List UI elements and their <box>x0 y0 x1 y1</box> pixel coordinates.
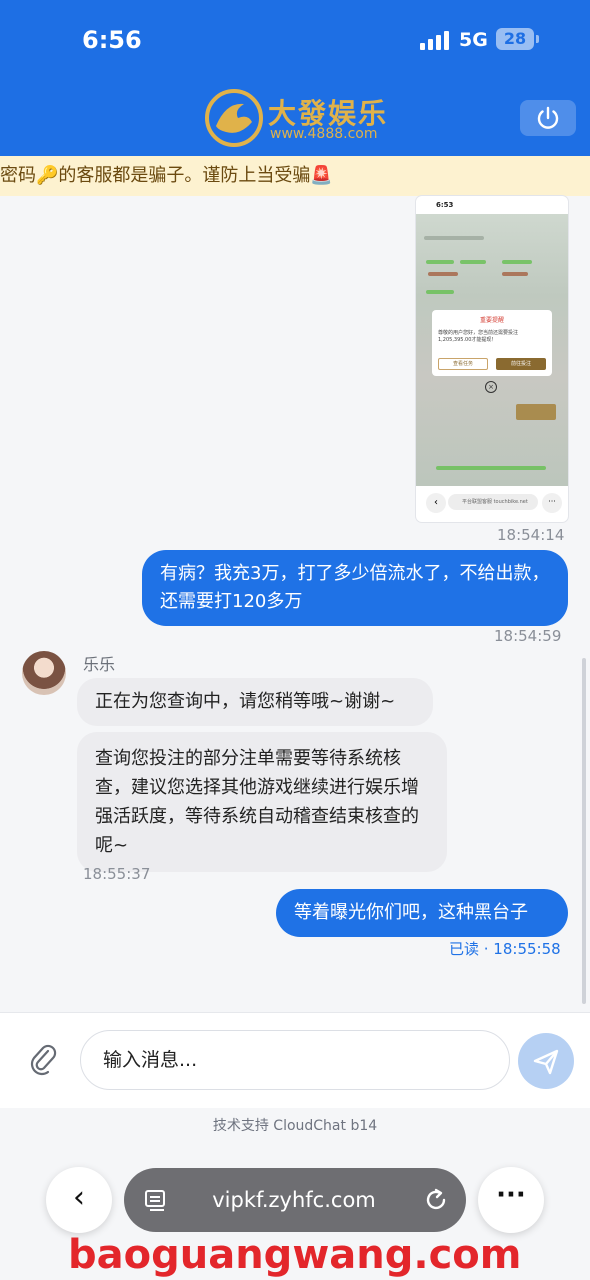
send-button[interactable] <box>518 1033 574 1089</box>
signal-icon <box>420 30 450 50</box>
chat-scrollbar[interactable] <box>582 658 586 1004</box>
shot-modal-text: 尊敬的用户您好，您当前还需要投注1,205,395.00才能提现！ <box>438 330 519 343</box>
status-time: 6:56 <box>82 26 142 54</box>
message-bubble-incoming: 正在为您查询中，请您稍等哦~谢谢~ <box>77 678 433 726</box>
brand-logo-icon <box>205 89 263 147</box>
message-bubble-incoming: 查询您投注的部分注单需要等待系统核查，建议您选择其他游戏继续进行娱乐增强活跃度，… <box>77 732 447 872</box>
shot-modal-title: 重要提醒 <box>479 317 504 324</box>
battery-tip <box>536 35 539 43</box>
power-icon <box>537 106 559 129</box>
powered-by-footer: 技术支持 CloudChat b14 <box>212 1118 378 1134</box>
shot-close-icon: × <box>485 381 497 393</box>
agent-avatar[interactable] <box>22 651 66 695</box>
message-timestamp: 18:54:59 <box>494 627 562 645</box>
shared-screenshot-image[interactable]: 6:53 重要提醒 尊敬的用户您好，您当前还需要投注1,205,395.00才能… <box>416 196 568 522</box>
browser-url[interactable]: vipkf.zyhfc.com <box>182 1188 406 1212</box>
message-bubble-outgoing: 等着曝光你们吧，这种黑台子 <box>276 889 568 937</box>
shot-modal-left-button: 查看任务 <box>438 358 488 370</box>
shot-modal-right-button: 前往投注 <box>496 358 546 370</box>
chevron-left-icon: ‹ <box>73 1180 85 1215</box>
shot-status-time: 6:53 <box>436 201 454 209</box>
shot-url: 平台联盟客服 touchbike.net <box>448 494 538 510</box>
shot-browser-bar: ‹ 平台联盟客服 touchbike.net ··· <box>416 492 568 514</box>
tabs-icon[interactable] <box>144 1187 168 1213</box>
more-icon: ··· <box>496 1180 526 1210</box>
battery-icon: 28 <box>496 28 534 50</box>
site-watermark: baoguangwang.com <box>68 1226 588 1280</box>
browser-more-button[interactable]: ··· <box>478 1167 544 1233</box>
message-timestamp: 18:55:37 <box>83 865 151 883</box>
send-icon <box>533 1049 559 1075</box>
brand-url: www.4888.com <box>270 126 378 142</box>
attachment-icon[interactable] <box>28 1042 58 1076</box>
browser-back-button[interactable]: ‹ <box>46 1167 112 1233</box>
reload-icon[interactable] <box>422 1186 450 1214</box>
message-input[interactable] <box>80 1030 510 1090</box>
shot-more-icon: ··· <box>542 493 562 513</box>
agent-name: 乐乐 <box>83 655 116 674</box>
message-bubble-outgoing: 有病？我充3万，打了多少倍流水了，不给出款，还需要打120多万 <box>142 550 568 626</box>
network-type: 5G <box>459 29 488 51</box>
shot-modal: 重要提醒 尊敬的用户您好，您当前还需要投注1,205,395.00才能提现！ 查… <box>432 310 552 376</box>
logout-button[interactable] <box>520 100 576 136</box>
read-receipt-timestamp: 已读 · 18:55:58 <box>449 940 561 958</box>
shot-back-icon: ‹ <box>426 493 446 513</box>
scam-warning-banner: 密码🔑的客服都是骗子。谨防上当受骗🚨 <box>0 156 590 196</box>
message-timestamp: 18:54:14 <box>497 526 565 544</box>
watermark-text: baoguangwang.com <box>68 1232 521 1278</box>
